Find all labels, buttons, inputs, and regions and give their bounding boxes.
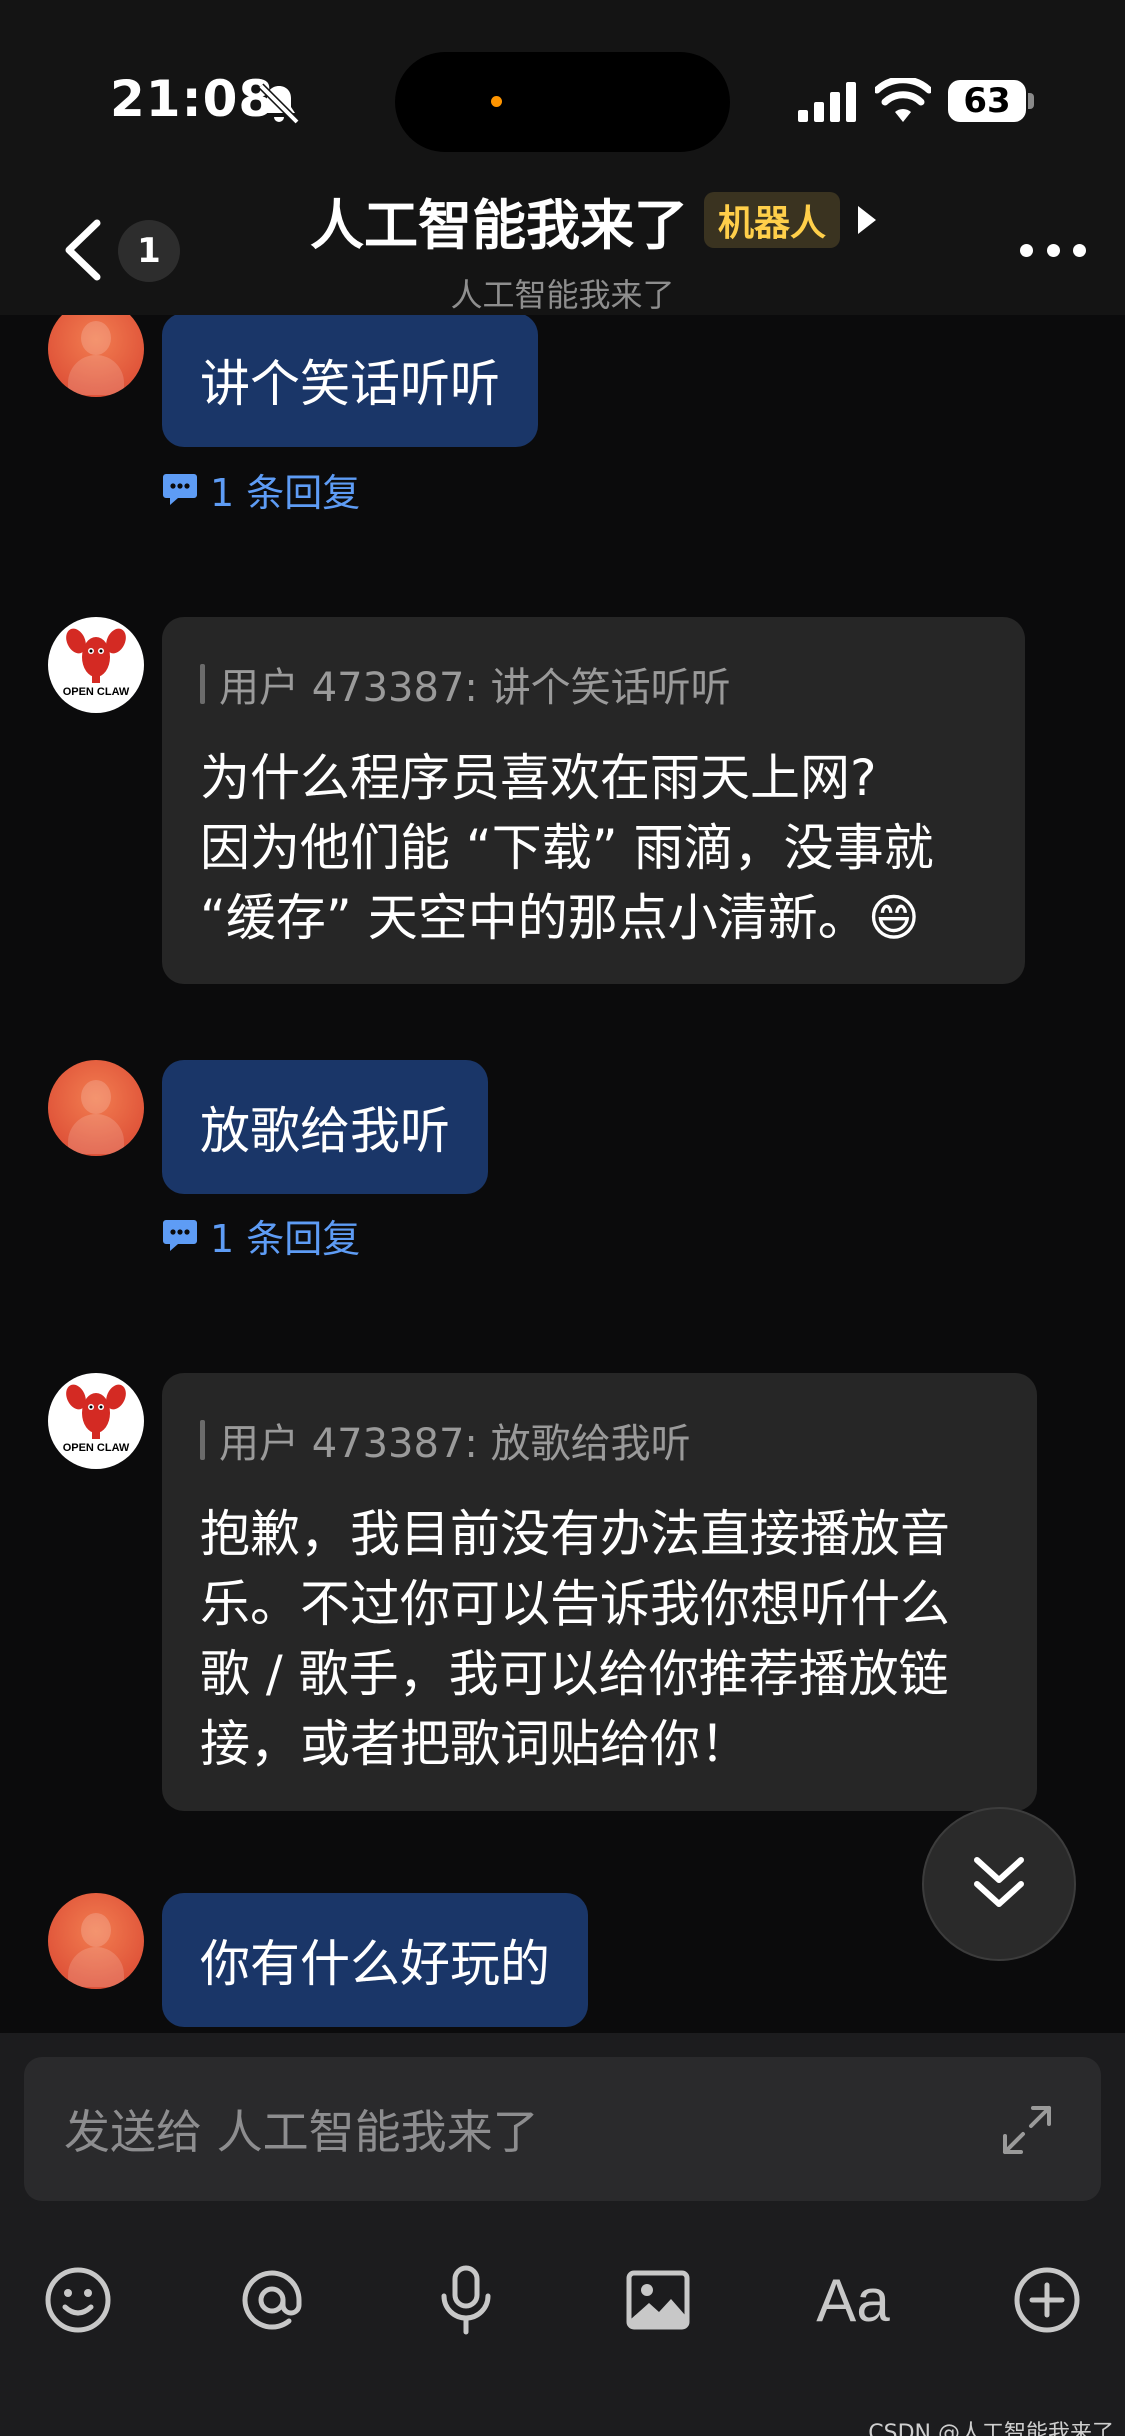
battery-level: 63 (963, 81, 1011, 121)
watermark: CSDN @人工智能我来了 (868, 2421, 1114, 2436)
quoted-message[interactable]: 用户 473387: 放歌给我听 (200, 1411, 999, 1469)
more-options-button[interactable] (1020, 242, 1086, 258)
voice-button[interactable] (421, 2255, 511, 2345)
expand-icon[interactable] (999, 2102, 1055, 2158)
microphone-icon (441, 2265, 491, 2335)
composer: 发送给 人工智能我来了 Aa CSDN @人工智能我来了 (0, 2033, 1125, 2436)
image-icon (626, 2270, 690, 2330)
mention-icon (242, 2270, 302, 2330)
bot-avatar[interactable]: OPEN CLAW (48, 1373, 144, 1469)
reply-count: 1 条回复 (210, 1216, 361, 1261)
message-line: 因为他们能 “下载” 雨滴，没事就 (200, 819, 934, 877)
user-message-bubble[interactable]: 你有什么好玩的 (162, 1893, 588, 2027)
battery-tip (1028, 93, 1034, 109)
reply-count: 1 条回复 (210, 470, 361, 515)
status-bar: 21:08 63 (0, 0, 1125, 190)
cellular-signal-icon (798, 82, 856, 122)
reply-thread-link[interactable]: 1 条回复 (162, 1211, 360, 1261)
chat-header: 1 人工智能我来了 机器人 人工智能我来了 (0, 190, 1125, 315)
privacy-indicator (491, 96, 502, 107)
status-time: 21:08 (110, 70, 275, 128)
more-dot (1020, 243, 1033, 257)
font-format-button[interactable]: Aa (808, 2255, 898, 2345)
message-line: “缓存” 天空中的那点小清新。😄 (200, 889, 920, 947)
message-line: 歌 / 歌手，我可以给你推荐播放链 (200, 1645, 949, 1703)
wifi-icon (875, 78, 931, 122)
user-message-bubble[interactable]: 讲个笑话听听 (162, 315, 538, 447)
quote-bar (200, 664, 205, 704)
message-line: 为什么程序员喜欢在雨天上网? (200, 749, 877, 807)
quote-text: 用户 473387: 讲个笑话听听 (219, 665, 731, 711)
add-icon (1014, 2267, 1080, 2333)
message-input[interactable]: 发送给 人工智能我来了 (24, 2057, 1101, 2201)
emoji-button[interactable] (33, 2255, 123, 2345)
bot-avatar[interactable]: OPEN CLAW (48, 617, 144, 713)
user-avatar[interactable] (48, 315, 144, 397)
user-avatar[interactable] (48, 1893, 144, 1989)
add-button[interactable] (1002, 2255, 1092, 2345)
page-subtitle: 人工智能我来了 (450, 276, 675, 314)
page-title: 人工智能我来了 (310, 193, 688, 257)
reply-thread-link[interactable]: 1 条回复 (162, 465, 360, 515)
caret-right-icon (858, 206, 877, 234)
battery-indicator: 63 (948, 80, 1026, 122)
user-avatar[interactable] (48, 1060, 144, 1156)
message-line: 抱歉，我目前没有办法直接播放音 (200, 1505, 950, 1563)
bell-muted-icon (258, 83, 300, 125)
comment-icon (163, 474, 197, 505)
user-message-bubble[interactable]: 放歌给我听 (162, 1060, 488, 1194)
emoji-icon (45, 2267, 111, 2333)
image-button[interactable] (613, 2255, 703, 2345)
composer-toolbar: Aa (0, 2255, 1125, 2345)
svg-text:OPEN CLAW: OPEN CLAW (63, 686, 130, 698)
lobster-logo: OPEN CLAW (63, 1384, 130, 1454)
message-line: 乐。不过你可以告诉我你想听什么 (200, 1575, 950, 1633)
title-row[interactable]: 人工智能我来了 机器人 (310, 190, 877, 257)
dynamic-island (395, 52, 730, 152)
scroll-to-bottom-button[interactable] (922, 1807, 1076, 1961)
lobster-logo: OPEN CLAW (63, 628, 130, 698)
more-dot (1046, 243, 1060, 257)
bot-message-bubble[interactable]: 用户 473387: 讲个笑话听听 为什么程序员喜欢在雨天上网? 因为他们能 “… (162, 617, 1025, 984)
input-placeholder: 发送给 人工智能我来了 (64, 2105, 539, 2159)
quote-bar (200, 1420, 205, 1460)
bot-badge: 机器人 (704, 192, 841, 248)
mention-button[interactable] (227, 2255, 317, 2345)
double-chevron-down-icon (974, 1857, 1024, 1907)
quote-text: 用户 473387: 放歌给我听 (219, 1421, 691, 1467)
comment-icon (163, 1220, 197, 1251)
svg-text:OPEN CLAW: OPEN CLAW (63, 1442, 130, 1454)
quoted-message[interactable]: 用户 473387: 讲个笑话听听 (200, 655, 987, 713)
message-list[interactable]: 讲个笑话听听 1 条回复 OPEN CLAW 用户 473387: 讲个笑话听听… (0, 315, 1125, 2033)
message-line: 接，或者把歌词贴给你！ (200, 1715, 750, 1773)
more-dot (1073, 243, 1086, 257)
bot-message-bubble[interactable]: 用户 473387: 放歌给我听 抱歉，我目前没有办法直接播放音 乐。不过你可以… (162, 1373, 1037, 1811)
